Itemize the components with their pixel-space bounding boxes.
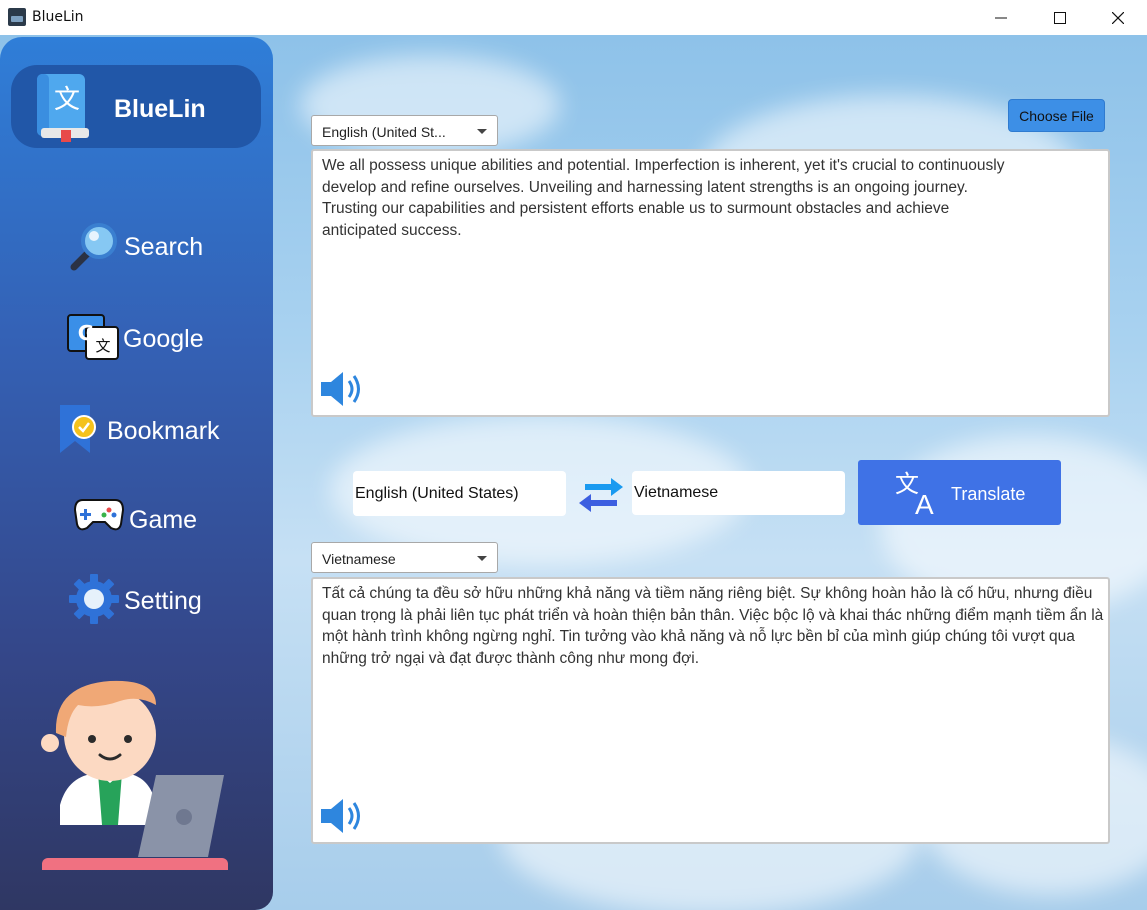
source-language-value: English (United St... <box>322 124 446 140</box>
target-language-select[interactable]: Vietnamese <box>311 542 498 573</box>
swap-languages-icon[interactable] <box>577 474 625 516</box>
svg-text:G: G <box>78 321 94 345</box>
sidebar: 文 BlueLin Search G 文 Google Bookmark Gam… <box>0 37 273 910</box>
target-text-area[interactable]: Tất cả chúng ta đều sở hữu những khả năn… <box>311 577 1110 844</box>
maximize-button[interactable] <box>1031 0 1089 35</box>
source-text: We all possess unique abilities and pote… <box>322 157 1005 239</box>
choose-file-button[interactable]: Choose File <box>1008 99 1105 132</box>
minimize-icon <box>995 17 1007 18</box>
chevron-down-icon <box>477 129 487 134</box>
translate-button[interactable]: 文 A Translate <box>858 460 1061 525</box>
svg-text:文: 文 <box>95 337 110 355</box>
sidebar-item-search[interactable]: Search <box>66 221 216 271</box>
close-icon <box>1112 11 1124 24</box>
svg-text:文: 文 <box>54 85 80 115</box>
sidebar-item-label: Search <box>124 233 204 261</box>
brand-name: BlueLin <box>114 95 206 123</box>
speaker-icon[interactable] <box>318 796 366 836</box>
speaker-icon[interactable] <box>318 369 366 409</box>
dictionary-logo-icon: 文 <box>37 74 89 142</box>
source-text-area[interactable]: We all possess unique abilities and pote… <box>311 149 1110 417</box>
window-title: BlueLin <box>32 9 84 25</box>
to-language-field[interactable]: Vietnamese <box>632 471 845 515</box>
gear-icon <box>69 574 119 624</box>
sidebar-item-setting[interactable]: Setting <box>68 573 218 624</box>
translate-label: Translate <box>951 484 1026 504</box>
close-button[interactable] <box>1089 0 1147 35</box>
title-bar: BlueLin <box>0 0 1147 35</box>
bookmark-icon <box>60 405 96 453</box>
sidebar-item-label: Game <box>129 506 198 534</box>
app-icon <box>8 8 26 26</box>
google-translate-icon: G 文 <box>67 314 119 360</box>
gamepad-icon <box>73 499 125 531</box>
source-language-select[interactable]: English (United St... <box>311 115 498 146</box>
brand-header[interactable]: 文 BlueLin <box>11 65 261 148</box>
sidebar-item-game[interactable]: Game <box>73 492 223 542</box>
svg-text:A: A <box>915 489 934 518</box>
chevron-down-icon <box>477 556 487 561</box>
maximize-icon <box>1054 11 1066 24</box>
sidebar-item-label: Setting <box>124 587 202 615</box>
student-laptop-illustration <box>41 680 228 870</box>
target-language-value: Vietnamese <box>322 551 396 567</box>
sidebar-item-label: Bookmark <box>107 417 220 445</box>
sidebar-item-google[interactable]: G 文 Google <box>66 313 216 363</box>
minimize-button[interactable] <box>972 0 1030 35</box>
sidebar-item-label: Google <box>123 325 204 353</box>
translate-icon: 文 A <box>895 470 934 518</box>
sidebar-item-bookmark[interactable]: Bookmark <box>56 403 236 453</box>
magnifier-icon <box>70 223 117 271</box>
target-text: Tất cả chúng ta đều sở hữu những khả năn… <box>322 585 1104 667</box>
from-language-field[interactable]: English (United States) <box>353 471 566 516</box>
